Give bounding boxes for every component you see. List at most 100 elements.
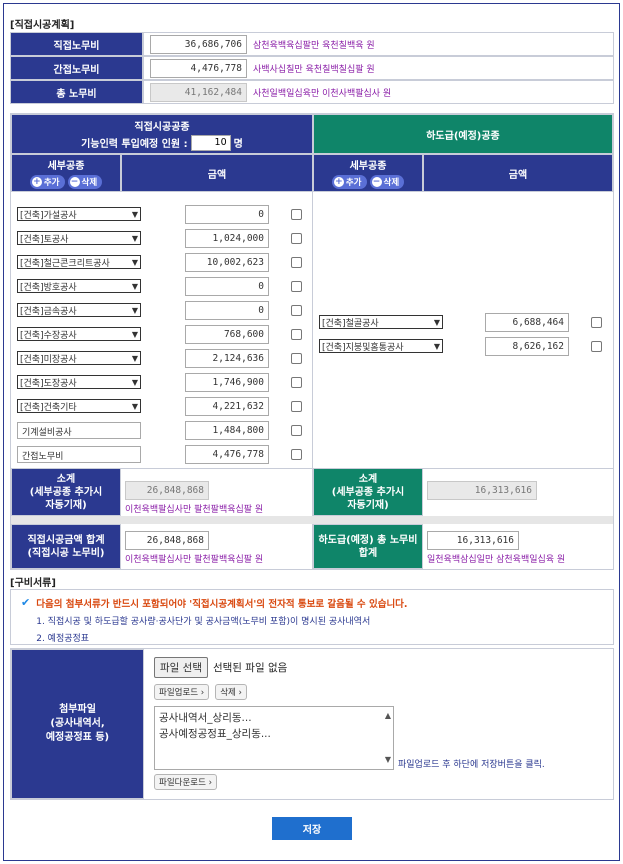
row-checkbox[interactable]	[291, 232, 302, 244]
row-checkbox[interactable]	[291, 424, 302, 436]
save-button[interactable]: 저장	[272, 817, 352, 840]
direct-row: [건축]수장공사 ▼	[17, 324, 302, 344]
sub-total-input[interactable]	[427, 531, 519, 550]
direct-row: [건축]건축기타 ▼	[17, 396, 302, 416]
select-value: [건축]가설공사	[20, 210, 77, 221]
work-select[interactable]: [건축]금속공사 ▼	[17, 303, 141, 317]
sub-total-label: 하도급(예정) 총 노무비 합계	[313, 524, 423, 569]
amount-in-words: 사백사십칠만 육천칠백칠십팔 원	[253, 64, 375, 75]
row-checkbox[interactable]	[291, 208, 302, 220]
work-select[interactable]: [건축]가설공사 ▼	[17, 207, 141, 221]
minus-icon: −	[371, 176, 382, 187]
amount-input[interactable]	[185, 276, 269, 296]
direct-row: [건축]미장공사 ▼	[17, 348, 302, 368]
download-button[interactable]: 파일다운로드 ›	[154, 774, 218, 790]
amount-input[interactable]	[185, 300, 269, 320]
work-select[interactable]: [건축]철골공사 ▼	[319, 315, 443, 329]
direct-row: [건축]토공사 ▼	[17, 228, 302, 248]
scroll-up-icon[interactable]: ▲	[385, 708, 391, 724]
upload-hint: 파일업로드 후 하단에 저장버튼을 클릭.	[398, 760, 545, 770]
direct-work-header: 직접시공공종 기능인력 투입예정 인원 : 명	[11, 114, 313, 154]
work-select[interactable]: [건축]토공사 ▼	[17, 231, 141, 245]
row-checkbox[interactable]	[591, 340, 602, 352]
label-line: 하도급(예정) 총 노무비	[318, 534, 418, 546]
labor-summary: 직접노무비 삼천육백육십팔만 육천칠백육 원 간접노무비 사백사십칠만 육천칠백…	[10, 32, 614, 104]
chevron-down-icon: ▼	[131, 209, 138, 219]
work-select[interactable]: [건축]도장공사 ▼	[17, 375, 141, 389]
chevron-down-icon: ▼	[131, 329, 138, 339]
amount-input[interactable]	[485, 336, 569, 356]
amount-input[interactable]	[185, 396, 269, 416]
work-select[interactable]: [건축]철근콘크리트공사 ▼	[17, 255, 141, 269]
row-checkbox[interactable]	[291, 400, 302, 412]
sub-row: [건축]지붕및홈통공사 ▼	[319, 336, 602, 356]
file-item[interactable]: 공사내역서_상리동...	[159, 710, 377, 726]
direct-delete-button[interactable]: − 삭제	[67, 175, 103, 189]
file-item[interactable]: 공사예정공정표_상리동...	[159, 726, 377, 742]
amount-in-words: 일천육백삼십일만 삼천육백일십육 원	[427, 555, 566, 565]
amount-input[interactable]	[185, 348, 269, 368]
direct-total-input[interactable]	[125, 531, 209, 550]
row-checkbox[interactable]	[291, 448, 302, 460]
label-line: 합계	[358, 547, 378, 559]
work-select[interactable]: [건축]수장공사 ▼	[17, 327, 141, 341]
amount-input[interactable]	[185, 372, 269, 392]
sub-delete-button[interactable]: − 삭제	[369, 175, 405, 189]
file-list[interactable]: 공사내역서_상리동... 공사예정공정표_상리동... ▲ ▼	[154, 706, 394, 770]
chevron-down-icon: ▼	[131, 377, 138, 387]
row-checkbox[interactable]	[591, 316, 602, 328]
row-checkbox[interactable]	[291, 304, 302, 316]
work-select[interactable]: [건축]지붕및홈통공사 ▼	[319, 339, 443, 353]
select-value: [건축]금속공사	[20, 306, 77, 317]
select-value: [건축]수장공사	[20, 330, 77, 341]
summary-label: 간접노무비	[10, 56, 143, 80]
direct-row: 간접노무비	[17, 444, 302, 464]
row-checkbox[interactable]	[291, 328, 302, 340]
work-name-input[interactable]: 기계설비공사	[17, 421, 141, 439]
sub-col-work: 세부공종 + 추가 − 삭제	[313, 154, 423, 192]
work-select[interactable]: [건축]미장공사 ▼	[17, 351, 141, 365]
row-checkbox[interactable]	[291, 352, 302, 364]
work-name-input[interactable]: 간접노무비	[17, 445, 141, 463]
amount-input[interactable]	[185, 228, 269, 248]
row-checkbox[interactable]	[291, 256, 302, 268]
plus-icon: +	[333, 176, 344, 187]
work-select[interactable]: [건축]건축기타 ▼	[17, 399, 141, 413]
direct-total-label: 직접시공금액 합계 (직접시공 노무비)	[11, 524, 121, 569]
amount-input[interactable]	[185, 252, 269, 272]
btn-label: 삭제	[383, 178, 400, 188]
sub-add-button[interactable]: + 추가	[331, 175, 367, 189]
direct-row: [건축]금속공사 ▼	[17, 300, 302, 320]
direct-add-button[interactable]: + 추가	[29, 175, 65, 189]
chevron-down-icon: ▼	[131, 401, 138, 411]
amount-input[interactable]	[485, 312, 569, 332]
workers-input[interactable]	[190, 134, 231, 151]
row-checkbox[interactable]	[291, 280, 302, 292]
direct-row: [건축]철근콘크리트공사 ▼	[17, 252, 302, 272]
btn-label: 파일업로드	[159, 688, 199, 698]
scroll-down-icon[interactable]: ▼	[385, 752, 391, 768]
file-delete-button[interactable]: 삭제 ›	[215, 684, 247, 700]
amount-input[interactable]	[185, 420, 269, 440]
indirect-labor-input[interactable]	[150, 58, 247, 78]
minus-icon: −	[69, 176, 80, 187]
direct-labor-input[interactable]	[150, 34, 247, 54]
choose-file-button[interactable]: 파일 선택	[154, 657, 208, 678]
row-checkbox[interactable]	[291, 376, 302, 388]
amount-input[interactable]	[185, 324, 269, 344]
documents-item: 2. 예정공정표	[36, 634, 90, 644]
sub-total-cell: 일천육백삼십일만 삼천육백일십육 원	[423, 524, 613, 569]
attachment-label: 첨부파일 (공사내역서, 예정공정표 등)	[11, 649, 144, 799]
select-value: [건축]철골공사	[322, 318, 379, 329]
direct-total-cell: 이천육백팔십사만 팔천팔백육십팔 원	[121, 524, 313, 569]
upload-button[interactable]: 파일업로드 ›	[154, 684, 210, 700]
section-title-documents: [구비서류]	[10, 578, 56, 589]
select-value: [건축]미장공사	[20, 354, 77, 365]
direct-work-title: 직접시공공종	[134, 121, 190, 133]
btn-label: 파일다운로드	[159, 778, 206, 788]
work-select[interactable]: [건축]방호공사 ▼	[17, 279, 141, 293]
amount-in-words: 이천육백팔십사만 팔천팔백육십팔 원	[125, 555, 264, 565]
amount-input[interactable]	[185, 444, 269, 464]
amount-input[interactable]	[185, 204, 269, 224]
direct-subtotal-cell: 이천육백팔십사만 팔천팔백육십팔 원	[121, 468, 313, 516]
